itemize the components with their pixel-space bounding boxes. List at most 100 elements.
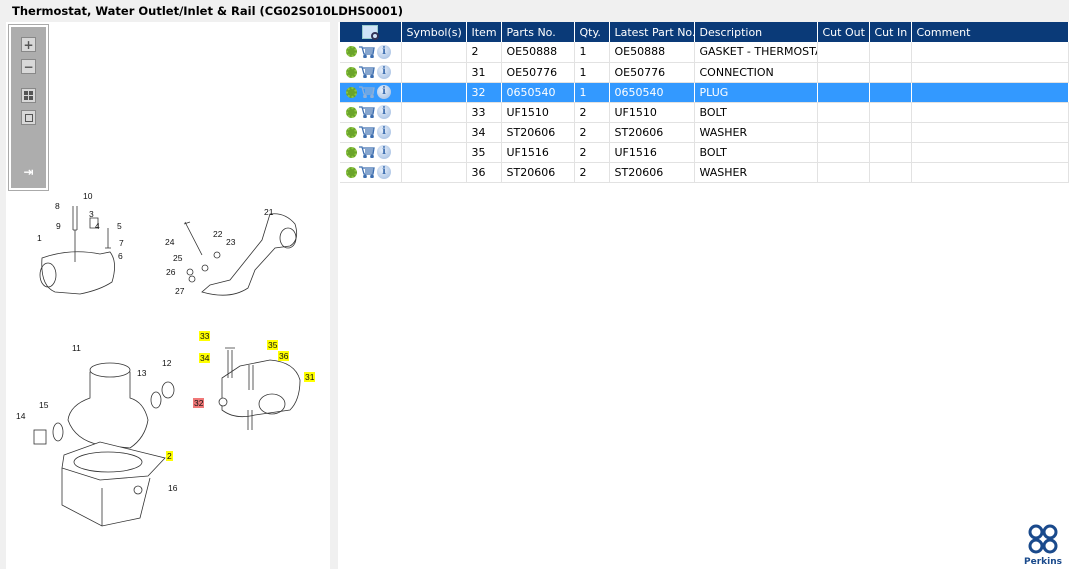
gear-icon[interactable]	[346, 106, 357, 118]
callout[interactable]: 10	[83, 191, 92, 201]
perkins-logo: Perkins	[1023, 524, 1063, 567]
cell-cut-out	[817, 62, 870, 83]
header-qty[interactable]: Qty.	[574, 22, 610, 42]
header-item[interactable]: Item	[466, 22, 502, 42]
callout[interactable]: 21	[264, 207, 273, 217]
callout[interactable]: 23	[226, 237, 235, 247]
cell-qty: 1	[574, 82, 610, 103]
gear-icon[interactable]	[346, 126, 357, 138]
gear-icon[interactable]	[346, 66, 357, 78]
cell-qty: 1	[574, 42, 610, 63]
table-row[interactable]: i 36 ST20606 2 ST20606 WASHER	[340, 162, 1069, 183]
callout[interactable]: 25	[173, 253, 182, 263]
callout[interactable]: 7	[119, 238, 124, 248]
cart-icon[interactable]	[359, 106, 375, 119]
info-icon[interactable]: i	[377, 44, 391, 59]
callout[interactable]: 27	[175, 286, 184, 296]
info-icon[interactable]: i	[377, 85, 391, 99]
callout-selected[interactable]: 32	[193, 398, 205, 408]
header-cut-out[interactable]: Cut Out	[817, 22, 870, 42]
table-row[interactable]: i 33 UF1510 2 UF1510 BOLT	[340, 102, 1069, 123]
callout[interactable]: 8	[55, 201, 60, 211]
cart-icon[interactable]	[359, 146, 375, 159]
callout-highlighted[interactable]: 33	[199, 331, 211, 341]
callout[interactable]: 15	[39, 400, 48, 410]
header-search[interactable]	[340, 22, 402, 42]
callout[interactable]: 9	[56, 221, 61, 231]
callout[interactable]: 12	[162, 358, 171, 368]
cart-icon[interactable]	[359, 126, 375, 139]
callout[interactable]: 1	[37, 233, 42, 243]
cell-symbols	[401, 122, 467, 143]
cell-cut-out	[817, 122, 870, 143]
table-row[interactable]: i 31 OE50776 1 OE50776 CONNECTION	[340, 62, 1069, 83]
header-comment[interactable]: Comment	[911, 22, 1069, 42]
callout[interactable]: 16	[168, 483, 177, 493]
info-icon[interactable]: i	[377, 165, 391, 179]
callout-highlighted[interactable]: 34	[199, 353, 211, 363]
callout[interactable]: 6	[118, 251, 123, 261]
cell-latest-part-no: UF1510	[609, 102, 695, 123]
callout-highlighted[interactable]: 35	[267, 340, 279, 350]
callout[interactable]: 13	[137, 368, 146, 378]
cell-comment	[911, 102, 1069, 123]
callout[interactable]: 11	[72, 343, 81, 353]
cell-latest-part-no: UF1516	[609, 142, 695, 163]
row-actions: i	[340, 82, 402, 103]
callout[interactable]: 26	[166, 267, 175, 277]
header-cut-in[interactable]: Cut In	[869, 22, 912, 42]
callout[interactable]: 5	[117, 221, 122, 231]
header-parts-no[interactable]: Parts No.	[501, 22, 575, 42]
callout[interactable]: 22	[213, 229, 222, 239]
header-symbols[interactable]: Symbol(s)	[401, 22, 467, 42]
cart-icon[interactable]	[359, 86, 375, 99]
cart-icon[interactable]	[359, 166, 375, 179]
table-row[interactable]: i 32 0650540 1 0650540 PLUG	[340, 82, 1069, 103]
zoom-out-button[interactable]: −	[21, 59, 36, 74]
row-actions: i	[340, 162, 402, 183]
cell-description: WASHER	[694, 122, 818, 143]
cell-qty: 2	[574, 102, 610, 123]
table-row[interactable]: i 2 OE50888 1 OE50888 GASKET - THERMOSTA…	[340, 42, 1069, 63]
gear-icon[interactable]	[346, 86, 357, 98]
cell-qty: 2	[574, 122, 610, 143]
info-icon[interactable]: i	[377, 125, 391, 139]
gear-icon[interactable]	[346, 46, 357, 58]
cell-part-no: 0650540	[501, 82, 575, 103]
callout-highlighted[interactable]: 36	[278, 351, 290, 361]
expand-panel-button[interactable]: ⇥	[21, 164, 36, 179]
header-latest-part-no[interactable]: Latest Part No.	[609, 22, 695, 42]
cell-description: WASHER	[694, 162, 818, 183]
callout-highlighted[interactable]: 2	[166, 451, 173, 461]
fit-all-button[interactable]	[21, 88, 36, 103]
cart-icon[interactable]	[359, 66, 375, 79]
cell-item: 36	[466, 162, 502, 183]
cell-qty: 1	[574, 62, 610, 83]
info-icon[interactable]: i	[377, 65, 391, 79]
square-icon	[24, 113, 33, 122]
callout[interactable]: 3	[89, 209, 94, 219]
info-icon[interactable]: i	[377, 105, 391, 119]
table-row[interactable]: i 34 ST20606 2 ST20606 WASHER	[340, 122, 1069, 143]
cell-symbols	[401, 62, 467, 83]
callout[interactable]: 24	[165, 237, 174, 247]
table-header: Symbol(s) Item Parts No. Qty. Latest Par…	[340, 22, 1069, 42]
header-description[interactable]: Description	[694, 22, 818, 42]
table-row[interactable]: i 35 UF1516 2 UF1516 BOLT	[340, 142, 1069, 163]
cell-cut-out	[817, 42, 870, 63]
callout-highlighted[interactable]: 31	[304, 372, 316, 382]
cart-icon[interactable]	[359, 46, 375, 59]
cell-item: 33	[466, 102, 502, 123]
gear-icon[interactable]	[346, 166, 357, 178]
gear-icon[interactable]	[346, 146, 357, 158]
actual-size-button[interactable]	[21, 110, 36, 125]
callout[interactable]: 14	[16, 411, 25, 421]
cell-cut-in	[869, 62, 912, 83]
cell-comment	[911, 82, 1069, 103]
callout[interactable]: 4	[95, 221, 100, 231]
info-icon[interactable]: i	[377, 145, 391, 159]
search-icon[interactable]	[362, 25, 380, 40]
cell-cut-in	[869, 122, 912, 143]
cell-cut-in	[869, 142, 912, 163]
zoom-in-button[interactable]: +	[21, 37, 36, 52]
